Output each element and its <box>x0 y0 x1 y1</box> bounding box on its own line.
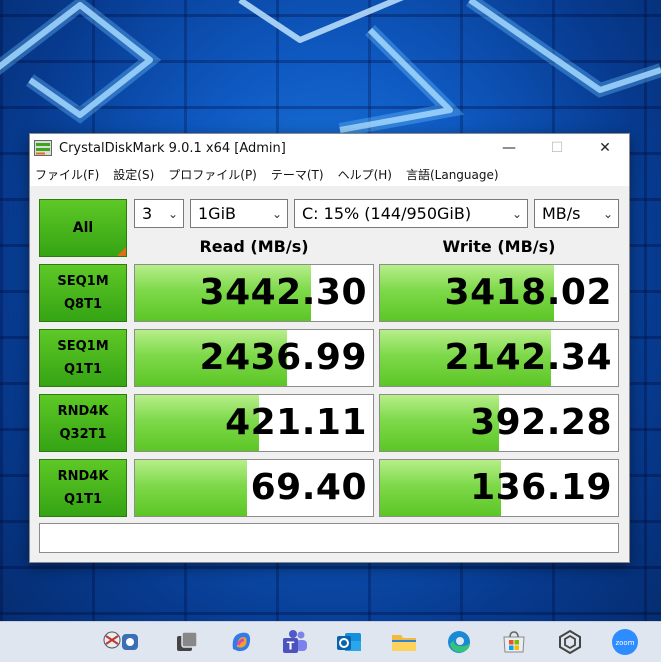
write-value: 392.28 <box>470 402 612 443</box>
all-button[interactable]: All <box>39 199 127 257</box>
taskbar: T zoom <box>0 621 661 662</box>
read-value: 2436.99 <box>199 337 367 378</box>
chevron-down-icon: ⌄ <box>167 207 178 221</box>
test-count-select[interactable]: 3 ⌄ <box>134 199 184 228</box>
test-button-rnd4k-q1t1[interactable]: RND4K Q1T1 <box>39 459 127 517</box>
menu-help[interactable]: ヘルプ(H) <box>338 166 392 183</box>
outlook-icon[interactable] <box>335 628 363 656</box>
task-view-icon[interactable] <box>173 628 201 656</box>
svg-text:T: T <box>287 640 295 653</box>
close-button[interactable]: ✕ <box>581 134 629 162</box>
write-result: 3418.02 <box>379 264 619 322</box>
benchmark-panel: All 3 ⌄ 1GiB ⌄ C: 15% (144/950GiB) ⌄ MB/… <box>30 186 629 562</box>
chevron-down-icon: ⌄ <box>602 207 613 221</box>
test-size-value: 1GiB <box>198 204 236 223</box>
read-value: 69.40 <box>250 467 367 508</box>
read-result: 2436.99 <box>134 329 374 387</box>
window-title: CrystalDiskMark 9.0.1 x64 [Admin] <box>59 140 286 156</box>
read-bar <box>135 460 247 516</box>
menu-settings[interactable]: 設定(S) <box>113 166 154 183</box>
test-button-rnd4k-q32t1[interactable]: RND4K Q32T1 <box>39 394 127 452</box>
zoom-icon[interactable]: zoom <box>611 628 639 656</box>
copilot-icon[interactable] <box>227 628 255 656</box>
chevron-down-icon: ⌄ <box>271 207 282 221</box>
menu-bar: ファイル(F) 設定(S) プロファイル(P) テーマ(T) ヘルプ(H) 言語… <box>30 162 629 186</box>
test-name: SEQ1M <box>57 274 109 289</box>
crystaldiskmark-app-icon <box>34 140 52 156</box>
test-name: RND4K <box>57 469 109 484</box>
read-result: 421.11 <box>134 394 374 452</box>
unit-select[interactable]: MB/s ⌄ <box>534 199 619 228</box>
menu-theme[interactable]: テーマ(T) <box>271 166 324 183</box>
app-icon[interactable] <box>556 628 584 656</box>
chevron-down-icon: ⌄ <box>511 207 522 221</box>
read-result: 3442.30 <box>134 264 374 322</box>
test-params: Q1T1 <box>63 362 102 377</box>
unit-value: MB/s <box>542 204 581 223</box>
test-params: Q32T1 <box>59 427 107 442</box>
menu-language[interactable]: 言語(Language) <box>406 166 499 183</box>
drive-select[interactable]: C: 15% (144/950GiB) ⌄ <box>294 199 528 228</box>
menu-profile[interactable]: プロファイル(P) <box>168 166 257 183</box>
read-column-header: Read (MB/s) <box>199 236 309 256</box>
test-params: Q1T1 <box>63 492 102 507</box>
write-value: 3418.02 <box>444 272 612 313</box>
write-result: 136.19 <box>379 459 619 517</box>
edge-icon[interactable] <box>445 628 473 656</box>
file-explorer-icon[interactable] <box>390 628 418 656</box>
write-result: 2142.34 <box>379 329 619 387</box>
menu-file[interactable]: ファイル(F) <box>35 166 99 183</box>
write-column-header: Write (MB/s) <box>442 236 556 256</box>
write-value: 2142.34 <box>444 337 612 378</box>
test-name: RND4K <box>57 404 109 419</box>
test-button-seq1m-q8t1[interactable]: SEQ1M Q8T1 <box>39 264 127 322</box>
teams-icon[interactable]: T <box>281 628 309 656</box>
crystaldiskmark-window: CrystalDiskMark 9.0.1 x64 [Admin] — ☐ ✕ … <box>29 133 630 563</box>
read-value: 421.11 <box>225 402 367 443</box>
all-button-label: All <box>72 220 94 236</box>
write-value: 136.19 <box>470 467 612 508</box>
drive-value: C: 15% (144/950GiB) <box>302 204 472 223</box>
comment-field[interactable] <box>39 523 619 553</box>
svg-text:zoom: zoom <box>615 639 634 647</box>
store-icon[interactable] <box>500 628 528 656</box>
weather-icon[interactable] <box>96 628 144 656</box>
test-params: Q8T1 <box>63 297 102 312</box>
read-result: 69.40 <box>134 459 374 517</box>
test-name: SEQ1M <box>57 339 109 354</box>
write-result: 392.28 <box>379 394 619 452</box>
read-value: 3442.30 <box>199 272 367 313</box>
test-size-select[interactable]: 1GiB ⌄ <box>190 199 288 228</box>
title-bar[interactable]: CrystalDiskMark 9.0.1 x64 [Admin] — ☐ ✕ <box>30 134 629 162</box>
all-button-corner-marker <box>117 247 126 256</box>
minimize-button[interactable]: — <box>485 134 533 162</box>
test-button-seq1m-q1t1[interactable]: SEQ1M Q1T1 <box>39 329 127 387</box>
maximize-button[interactable]: ☐ <box>533 134 581 162</box>
test-count-value: 3 <box>142 204 153 223</box>
